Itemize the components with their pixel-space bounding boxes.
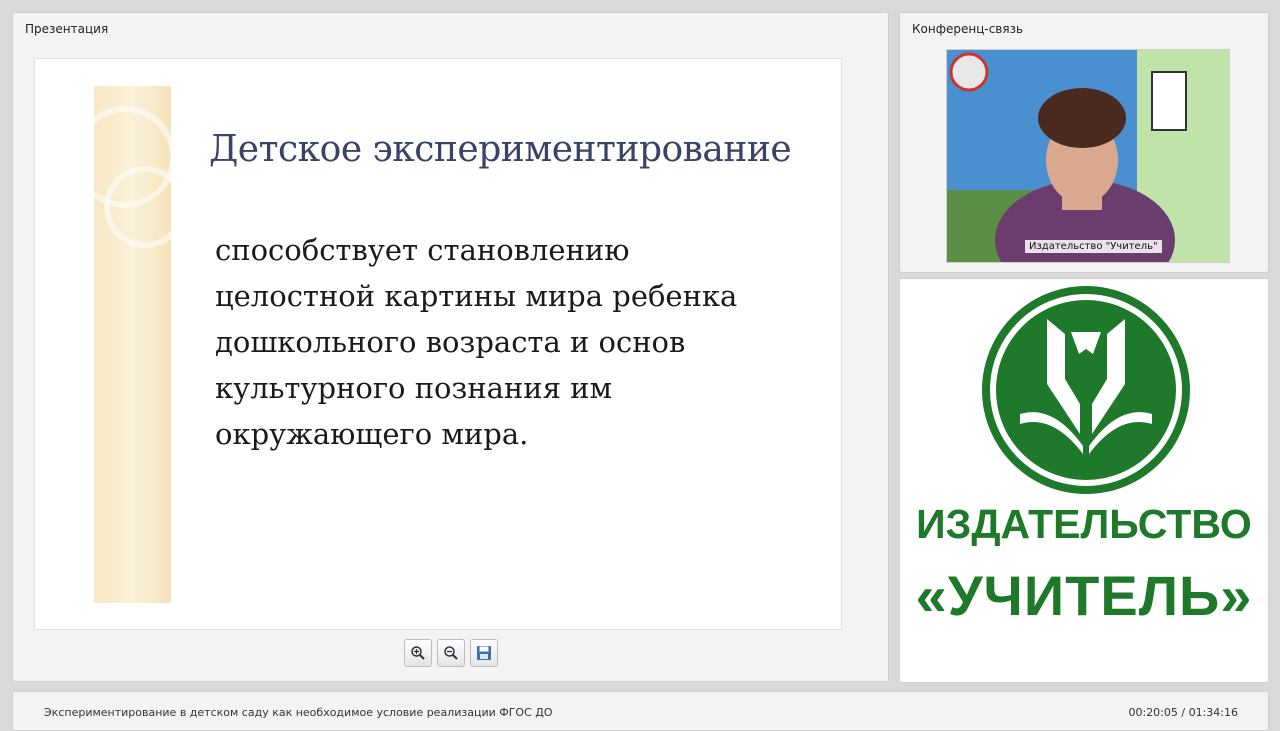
publisher-logo-icon xyxy=(982,286,1190,494)
conference-panel-title: Конференц-связь xyxy=(912,22,1024,36)
slide-body-line: дошкольного возраста и основ xyxy=(215,325,686,359)
publisher-name-line1: ИЗДАТЕЛЬСТВО xyxy=(916,501,1252,547)
save-button[interactable] xyxy=(470,639,498,667)
video-feed[interactable]: Издательство "Учитель" xyxy=(946,49,1230,263)
publisher-logo-panel: ИЗДАТЕЛЬСТВО «УЧИТЕЛЬ» xyxy=(899,278,1269,683)
save-icon xyxy=(477,646,491,660)
slide: Детское экспериментирование способствует… xyxy=(34,58,842,630)
presentation-panel: Презентация Детское экспериментирование … xyxy=(12,12,889,682)
zoom-in-button[interactable] xyxy=(404,639,432,667)
slide-body-line: целостной картины мира ребенка xyxy=(215,279,738,313)
slide-body-line: окружающего мира. xyxy=(215,417,529,451)
zoom-out-icon xyxy=(444,646,458,660)
playback-timecode: 00:20:05 / 01:34:16 xyxy=(1128,706,1238,719)
slide-body-line: культурного познания им xyxy=(215,371,613,405)
status-bar: Экспериментирование в детском саду как н… xyxy=(12,691,1269,731)
conference-panel: Конференц-связь Издательство "Учитель" xyxy=(899,12,1269,273)
video-caption: Издательство "Учитель" xyxy=(1025,240,1162,253)
video-frame xyxy=(947,50,1229,262)
slide-body: способствует становлению целостной карти… xyxy=(215,227,815,457)
zoom-out-button[interactable] xyxy=(437,639,465,667)
slide-body-line: способствует становлению xyxy=(215,233,630,267)
slide-decoration-band xyxy=(74,86,186,603)
slide-title: Детское экспериментирование xyxy=(209,129,792,170)
presentation-panel-title: Презентация xyxy=(25,22,109,36)
lecture-title: Экспериментирование в детском саду как н… xyxy=(44,706,553,719)
publisher-name-line2: «УЧИТЕЛЬ» xyxy=(915,564,1253,627)
zoom-in-icon xyxy=(411,646,425,660)
